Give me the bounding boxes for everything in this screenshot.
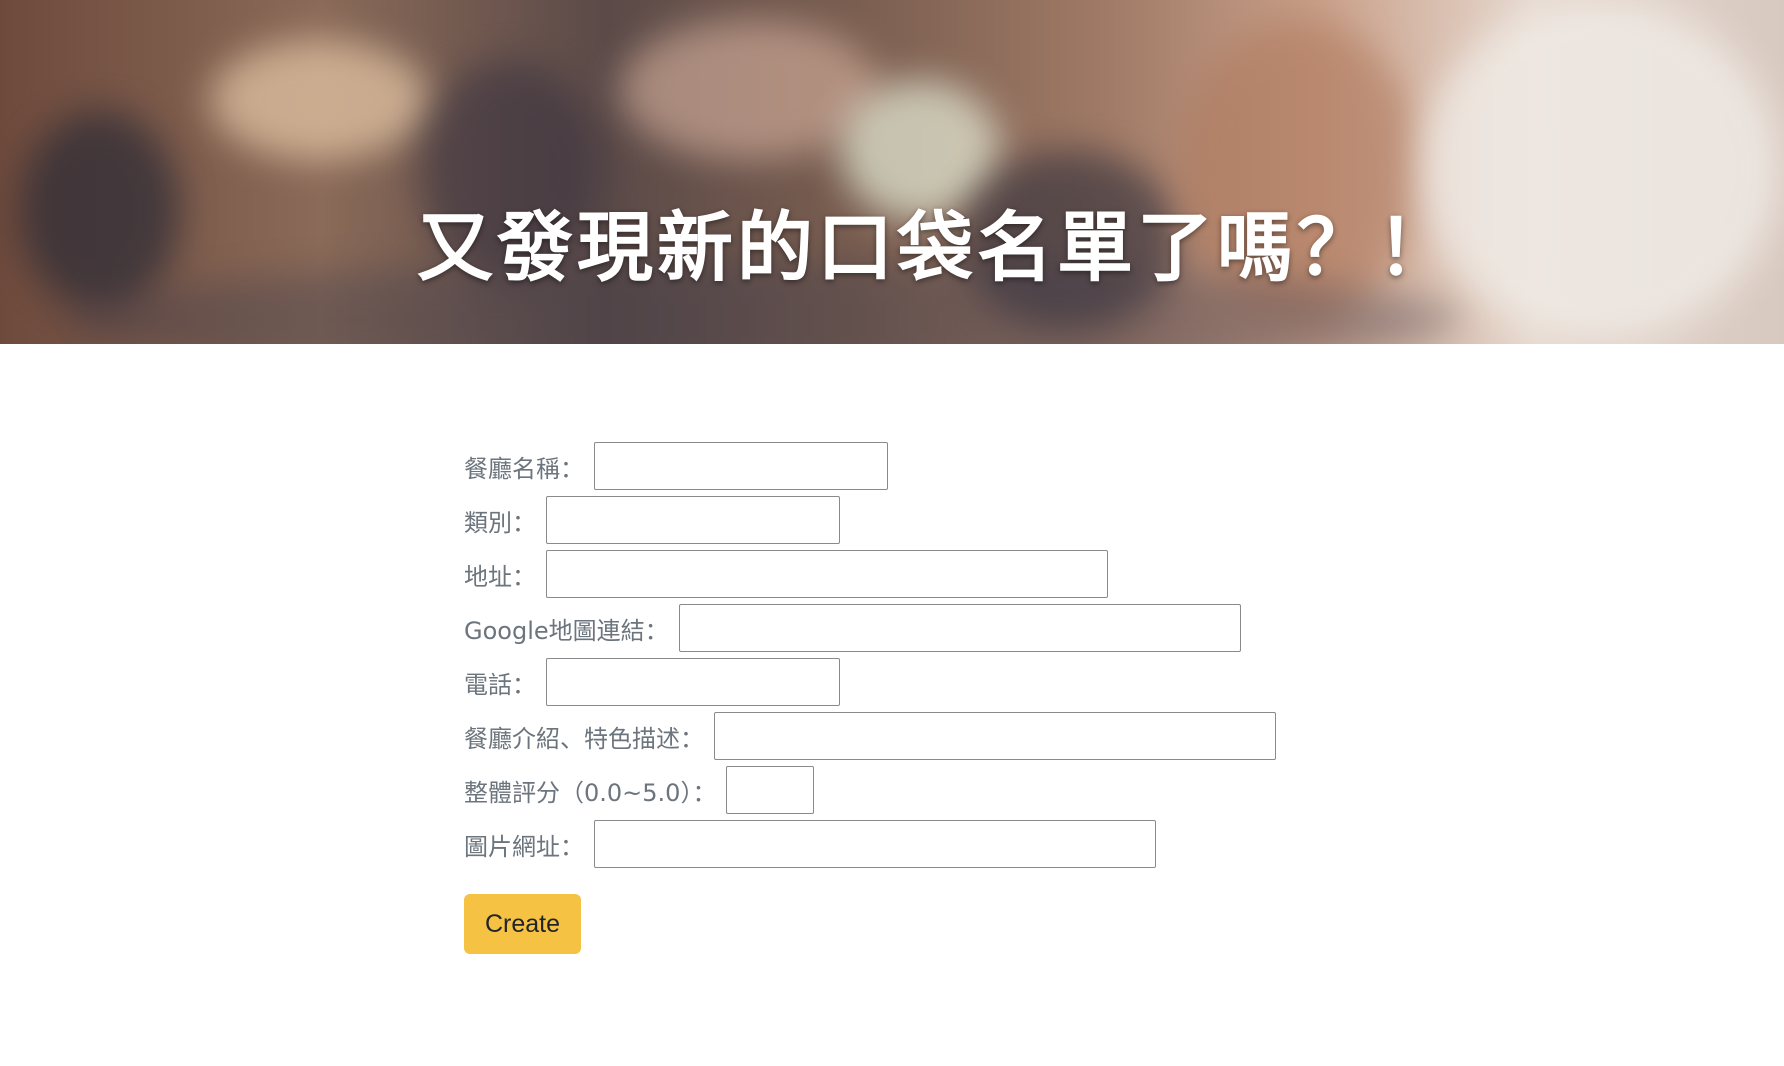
description-input[interactable] <box>714 712 1276 760</box>
form-row-name: 餐廳名稱： <box>464 442 1364 490</box>
form-row-category: 類別： <box>464 496 1364 544</box>
form-row-image-url: 圖片網址： <box>464 820 1364 868</box>
category-input[interactable] <box>546 496 840 544</box>
name-input[interactable] <box>594 442 888 490</box>
hero-banner: 又發現新的口袋名單了嗎？！ <box>0 0 1784 344</box>
form-row-description: 餐廳介紹、特色描述： <box>464 712 1364 760</box>
form-row-phone: 電話： <box>464 658 1364 706</box>
google-map-input[interactable] <box>678 604 1241 652</box>
page-title: 又發現新的口袋名單了嗎？！ <box>417 203 1457 292</box>
image-url-input[interactable] <box>594 820 1156 868</box>
rating-input[interactable] <box>726 766 815 814</box>
form-row-google-map: Google地圖連結： <box>464 604 1364 652</box>
name-label: 餐廳名稱： <box>464 454 584 483</box>
rating-label: 整體評分（0.0~5.0）： <box>464 778 717 807</box>
address-label: 地址： <box>464 562 536 591</box>
image-url-label: 圖片網址： <box>464 832 584 861</box>
phone-input[interactable] <box>546 658 840 706</box>
form-row-address: 地址： <box>464 550 1364 598</box>
phone-label: 電話： <box>464 670 536 699</box>
description-label: 餐廳介紹、特色描述： <box>464 724 704 753</box>
form-row-rating: 整體評分（0.0~5.0）： <box>464 766 1364 814</box>
new-restaurant-form: 餐廳名稱： 類別： 地址： Google地圖連結： 電話： 餐廳介紹、特色描述：… <box>464 442 1364 954</box>
category-label: 類別： <box>464 508 536 537</box>
google-map-label: Google地圖連結： <box>464 616 669 645</box>
address-input[interactable] <box>546 550 1108 598</box>
create-button[interactable]: Create <box>464 894 581 954</box>
